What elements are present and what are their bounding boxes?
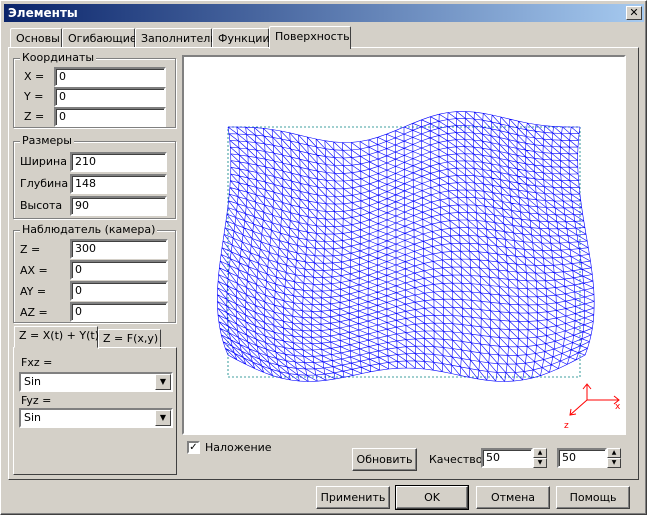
quality-label: Качество — [429, 453, 483, 466]
apply-button[interactable]: Применить — [316, 486, 390, 509]
ax-label: AX = — [20, 264, 48, 277]
z-label: Z = — [24, 110, 45, 123]
depth-input[interactable]: 148 — [70, 174, 167, 194]
fxz-value: Sin — [24, 375, 42, 388]
z-axis-label: z — [564, 421, 569, 431]
y-label: Y = — [24, 90, 44, 103]
height-label: Высота — [20, 199, 63, 212]
fyz-select[interactable]: Sin ▼ — [19, 408, 173, 428]
group-title: Координаты — [20, 51, 97, 64]
group-title: Наблюдатель (камера) — [20, 223, 158, 236]
ax-input[interactable]: 0 — [70, 260, 168, 280]
chevron-down-icon[interactable]: ▼ — [155, 410, 171, 426]
fyz-label: Fyz = — [21, 394, 52, 407]
ay-input[interactable]: 0 — [70, 281, 168, 301]
tab-label: Поверхность — [275, 30, 350, 43]
quality-b-spinner[interactable]: ▲ ▼ — [607, 448, 621, 468]
coordinates-group: Координаты X = 0 Y = 0 Z = 0 — [13, 51, 176, 128]
sizes-group: Размеры Ширина 210 Глубина 148 Высота 90 — [13, 134, 176, 219]
tab-functions[interactable]: Функции — [212, 28, 270, 48]
quality-a-spinner[interactable]: ▲ ▼ — [533, 448, 547, 468]
spin-down-icon[interactable]: ▼ — [533, 458, 547, 468]
spin-up-icon[interactable]: ▲ — [533, 448, 547, 458]
overlay-checkbox[interactable]: ✓ — [187, 441, 200, 454]
cancel-button[interactable]: Отмена — [476, 486, 550, 509]
refresh-button[interactable]: Обновить — [352, 448, 417, 471]
x-input[interactable]: 0 — [54, 67, 166, 87]
tab-label: Заполнители — [141, 32, 218, 45]
width-input[interactable]: 210 — [70, 152, 167, 172]
az-input[interactable]: 0 — [70, 302, 168, 322]
fyz-value: Sin — [24, 411, 42, 424]
cam-z-input[interactable]: 300 — [70, 239, 168, 259]
tab-surface[interactable]: Поверхность — [269, 26, 351, 49]
ok-button[interactable]: OK — [395, 485, 469, 510]
spin-up-icon[interactable]: ▲ — [607, 448, 621, 458]
cam-z-label: Z = — [20, 243, 41, 256]
close-button[interactable]: ✕ — [626, 6, 642, 20]
x-label: X = — [24, 70, 45, 83]
z-axis-line — [569, 399, 588, 416]
quality-input-a[interactable]: 50 — [481, 448, 533, 468]
dialog-window: Элементы ✕ Основы Огибающие Заполнители … — [0, 0, 647, 515]
az-label: AZ = — [20, 306, 48, 319]
fxz-label: Fxz = — [21, 356, 53, 369]
fxz-select[interactable]: Sin ▼ — [19, 372, 173, 392]
surface-mesh — [217, 111, 620, 416]
group-title: Размеры — [20, 134, 74, 147]
width-label: Ширина — [20, 155, 67, 168]
chevron-down-icon[interactable]: ▼ — [155, 374, 171, 390]
z-input[interactable]: 0 — [54, 107, 166, 127]
tab-label: Z = X(t) + Y(t) — [19, 329, 100, 342]
height-input[interactable]: 90 — [70, 196, 167, 216]
spin-down-icon[interactable]: ▼ — [607, 458, 621, 468]
tab-label: Огибающие — [68, 32, 137, 45]
tab-label: Z = F(x,y) — [103, 332, 159, 345]
window-title: Элементы — [8, 6, 78, 20]
wireframe-grid — [217, 111, 595, 382]
tab-envelopes[interactable]: Огибающие — [62, 28, 137, 48]
tab-z-xt-yt[interactable]: Z = X(t) + Y(t) — [14, 326, 100, 348]
title-bar: Элементы ✕ — [4, 4, 644, 22]
tab-label: Основы — [16, 32, 60, 45]
x-axis-label: x — [615, 402, 621, 412]
overlay-label: Наложение — [205, 441, 272, 454]
ay-label: AY = — [20, 285, 47, 298]
help-button[interactable]: Помощь — [556, 486, 630, 509]
tab-label: Функции — [218, 32, 270, 45]
surface-viewport[interactable]: x z — [182, 55, 626, 435]
y-input[interactable]: 0 — [54, 87, 166, 107]
function-page: Fxz = Sin ▼ Fyz = Sin ▼ — [13, 347, 177, 475]
depth-label: Глубина — [20, 177, 69, 190]
tab-z-fxy[interactable]: Z = F(x,y) — [98, 329, 161, 349]
camera-group: Наблюдатель (камера) Z = 300 AX = 0 AY =… — [13, 223, 176, 323]
tab-fillers[interactable]: Заполнители — [135, 28, 217, 48]
quality-input-b[interactable]: 50 — [557, 448, 607, 468]
close-icon: ✕ — [629, 6, 639, 19]
tab-basics[interactable]: Основы — [10, 28, 62, 48]
